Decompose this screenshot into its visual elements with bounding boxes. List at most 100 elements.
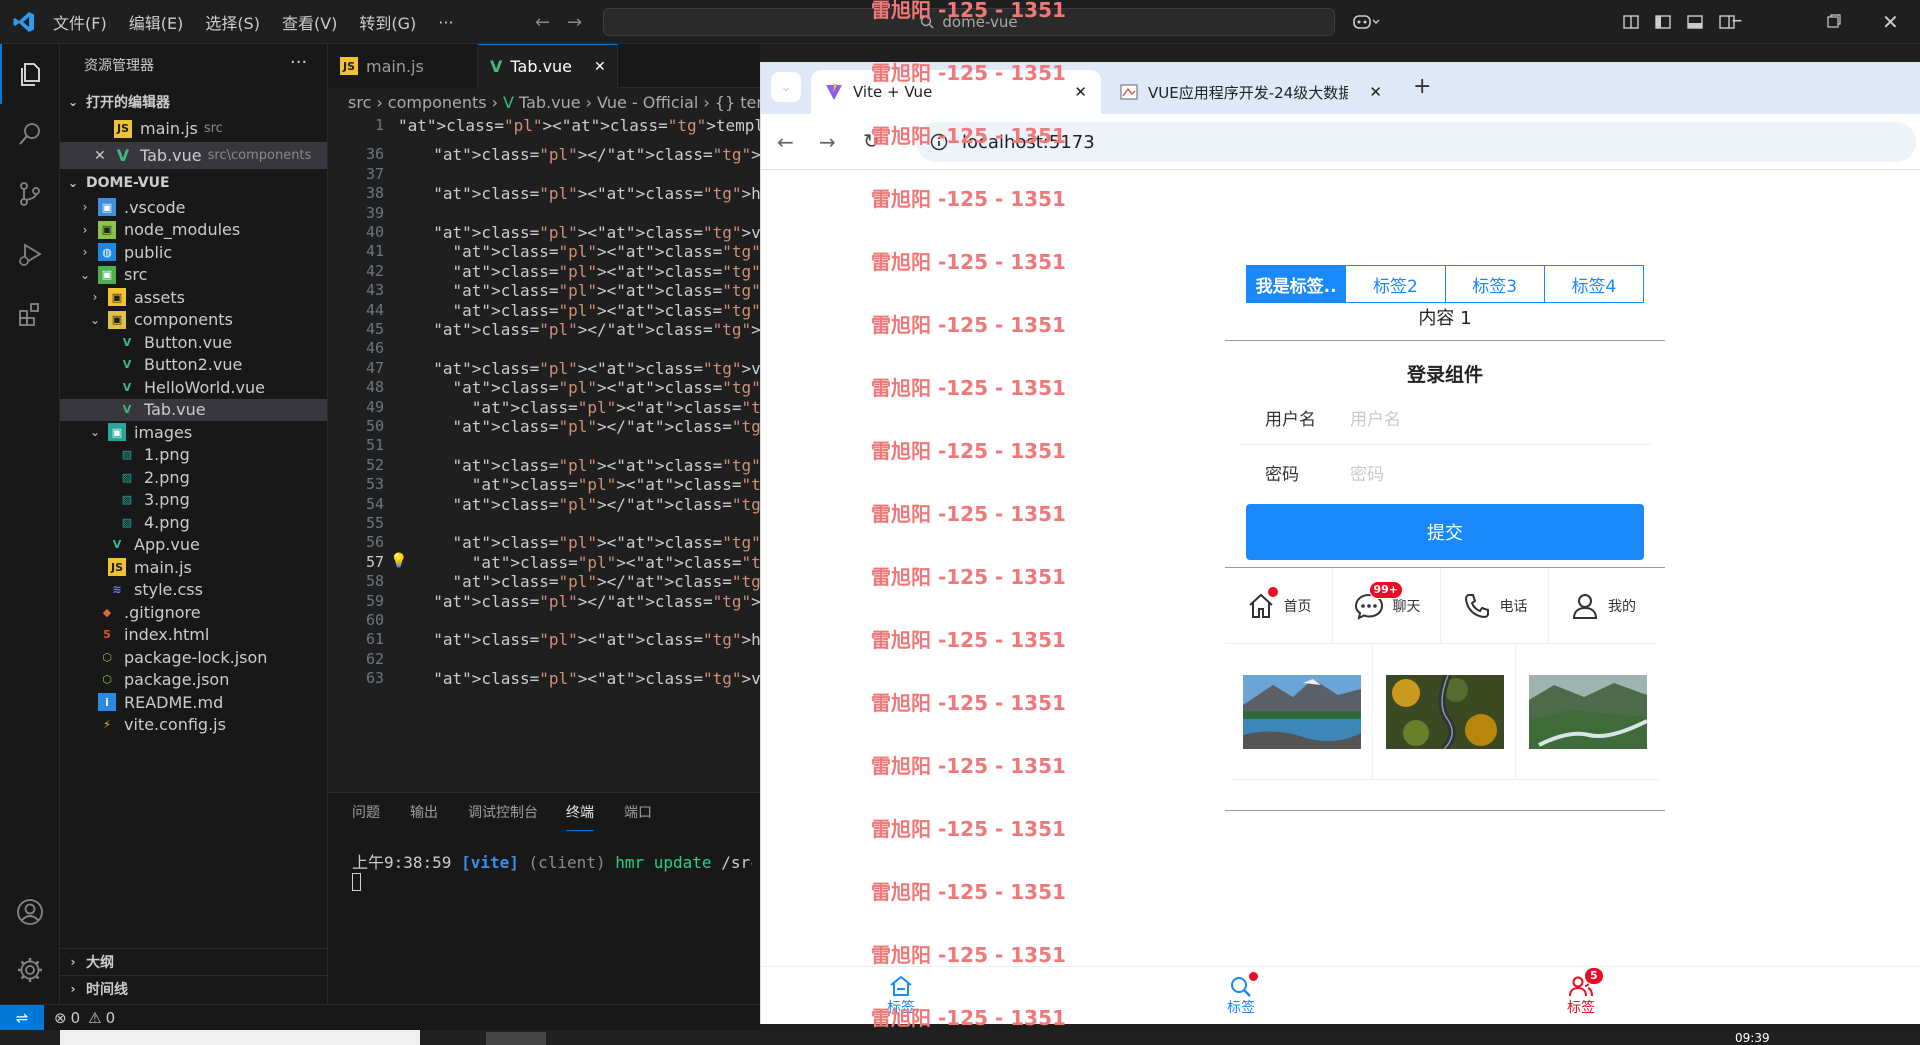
tree-item[interactable]: V Button.vue	[60, 331, 327, 353]
explorer-icon[interactable]	[0, 44, 60, 104]
remote-icon[interactable]: ⇌	[0, 1004, 44, 1031]
tree-item[interactable]: JS main.js	[60, 556, 327, 578]
search-view-icon[interactable]	[0, 104, 60, 164]
close-tab-icon[interactable]: ✕	[594, 59, 606, 75]
code-line[interactable]: "at">class="pl"></"at">class="tg">van-gr…	[414, 320, 760, 339]
tree-item[interactable]: ⌄ ▣ src	[60, 264, 327, 286]
toggle-sidebar-icon[interactable]	[1654, 13, 1672, 31]
terminal-output[interactable]: 上午9:38:59 [vite] (client) hmr update /sr…	[352, 849, 752, 873]
open-editors-section[interactable]: ⌄ 打开的编辑器	[60, 88, 327, 115]
code-line[interactable]: "at">class="pl"><"at">class="tg">van-tab…	[414, 669, 760, 688]
code-view[interactable]: 1 "at">class="pl"><"at">class="tg">templa…	[328, 116, 760, 792]
panel-tab-output[interactable]: 输出	[410, 793, 438, 831]
tree-item[interactable]: ≋ style.css	[60, 579, 327, 601]
address-bar[interactable]: localhost:5173	[916, 122, 1916, 162]
accounts-icon[interactable]	[0, 882, 60, 942]
tabbar-item-3[interactable]: 5 标签	[1521, 967, 1641, 1025]
tree-item[interactable]: ⌄ ▣ components	[60, 309, 327, 331]
menu-go[interactable]: 转到(G)	[348, 10, 427, 34]
menu-edit[interactable]: 编辑(E)	[118, 10, 195, 34]
menu-view[interactable]: 查看(V)	[271, 10, 348, 34]
customize-layout-icon[interactable]	[1622, 13, 1640, 31]
tabbar-item-1[interactable]: 标签	[841, 967, 961, 1025]
tabbar-item-2[interactable]: 标签	[1181, 967, 1301, 1025]
grid-item-phone[interactable]: 电话	[1441, 568, 1549, 644]
open-editor-tab-vue[interactable]: ✕ V Tab.vue src\components	[60, 142, 327, 169]
tab-search-icon[interactable]: ⌄	[771, 72, 801, 102]
source-control-icon[interactable]	[0, 164, 60, 224]
panel-tab-problems[interactable]: 问题	[352, 793, 380, 831]
extensions-icon[interactable]	[0, 284, 60, 344]
breadcrumb-item[interactable]: Vue - Official	[597, 93, 698, 112]
username-field[interactable]: 用户名 用户名	[1225, 390, 1665, 445]
outline-section[interactable]: › 大纲	[60, 948, 327, 975]
tree-item[interactable]: V Button2.vue	[60, 354, 327, 376]
breadcrumb-item[interactable]: components	[388, 93, 487, 112]
tree-item[interactable]: › ▣ node_modules	[60, 219, 327, 241]
code-line[interactable]: "at">class="pl"></"at">class="tg">van-gr…	[414, 572, 760, 591]
tree-item[interactable]: ◆ .gitignore	[60, 601, 327, 623]
forward-arrow-icon[interactable]: →	[567, 12, 582, 33]
tree-item[interactable]: ▨ 1.png	[60, 444, 327, 466]
run-debug-icon[interactable]	[0, 224, 60, 284]
command-center-search[interactable]: dome-vue	[603, 8, 1335, 36]
tree-item[interactable]: 5 index.html	[60, 624, 327, 646]
code-line[interactable]: "at">class="pl"><"at">class="tg">van-gri…	[414, 301, 760, 320]
menu-selection[interactable]: 选择(S)	[194, 10, 271, 34]
code-line[interactable]: "at">class="pl"><"at">class="tg">van-gri…	[414, 456, 760, 475]
tree-item[interactable]: ▨ 3.png	[60, 489, 327, 511]
tab-tab-vue[interactable]: V Tab.vue ✕	[478, 44, 618, 88]
code-line[interactable]: "at">class="pl"><"at">class="tg">van-gri…	[414, 533, 760, 552]
tree-item[interactable]: ⚡ vite.config.js	[60, 714, 327, 736]
browser-back-icon[interactable]: ←	[777, 130, 794, 154]
image-cell-3[interactable]	[1517, 644, 1659, 780]
panel-tab-debug-console[interactable]: 调试控制台	[468, 793, 538, 831]
close-icon[interactable]: ✕	[94, 148, 114, 164]
panel-tab-ports[interactable]: 端口	[624, 793, 652, 831]
tree-item[interactable]: V HelloWorld.vue	[60, 376, 327, 398]
reload-icon[interactable]: ↻	[863, 129, 880, 153]
browser-forward-icon[interactable]: →	[819, 130, 836, 154]
close-window-button[interactable]: ✕	[1882, 10, 1899, 34]
open-editor-main-js[interactable]: JS main.js src	[60, 115, 327, 142]
code-line[interactable]: "at">class="pl"><"at">class="tg">van-gri…	[414, 359, 760, 378]
taskbar-window-preview[interactable]	[60, 1030, 420, 1045]
code-line[interactable]: "at">class="pl"><"at">class="tg">hr />	[414, 630, 760, 649]
grid-item-user[interactable]: 我的	[1549, 568, 1657, 644]
van-tab-4[interactable]: 标签4	[1543, 266, 1643, 302]
code-line[interactable]: "at">class="pl"><"at">class="tg">van-ima…	[414, 475, 760, 494]
breadcrumb-item[interactable]: src	[348, 93, 371, 112]
site-info-icon[interactable]	[930, 133, 948, 151]
timeline-section[interactable]: › 时间线	[60, 975, 327, 1002]
code-line[interactable]: "at">class="pl"><"at">class="tg">templat…	[398, 116, 760, 135]
tree-item[interactable]: ⬡ package-lock.json	[60, 646, 327, 668]
panel-tab-terminal[interactable]: 终端	[566, 793, 594, 831]
code-line[interactable]: "at">class="pl"></"at">class="tg">van-fo…	[414, 145, 760, 164]
tree-item[interactable]: ⌄ ▣ images	[60, 421, 327, 443]
code-line[interactable]: "at">class="pl"><"at">class="tg">van-ima…	[414, 553, 760, 572]
browser-tab-active[interactable]: Vite + Vue ✕	[811, 70, 1101, 114]
tree-item[interactable]: V App.vue	[60, 534, 327, 556]
code-line[interactable]: "at">class="pl"><"at">class="tg">van-ima…	[414, 398, 760, 417]
code-line[interactable]: "at">class="pl"><"at">class="tg">hr />	[414, 184, 760, 203]
code-line[interactable]: "at">class="pl"><"at">class="tg">van-gri…	[414, 223, 760, 242]
more-actions-icon[interactable]: ···	[290, 52, 307, 73]
code-line[interactable]: "at">class="pl"><"at">class="tg">van-gri…	[414, 378, 760, 397]
van-tab-2[interactable]: 标签2	[1345, 266, 1444, 302]
code-line[interactable]: "at">class="pl"><"at">class="tg">van-gri…	[414, 242, 760, 261]
van-tab-1[interactable]: 我是标签..	[1247, 266, 1346, 302]
menu-more[interactable]: ···	[427, 13, 464, 32]
minimize-button[interactable]: –	[1722, 8, 1752, 33]
tree-item[interactable]: V Tab.vue	[60, 398, 327, 421]
problems-status[interactable]: ⊗ 0 ⚠ 0	[54, 1009, 115, 1027]
back-arrow-icon[interactable]: ←	[535, 12, 550, 33]
tree-item[interactable]: › ▣ assets	[60, 286, 327, 308]
browser-tab[interactable]: VUE应用程序开发-24级大数据 ✕	[1106, 70, 1396, 114]
code-line[interactable]: "at">class="pl"></"at">class="tg">van-gr…	[414, 592, 760, 611]
code-line[interactable]: "at">class="pl"></"at">class="tg">van-gr…	[414, 417, 760, 436]
image-cell-1[interactable]	[1231, 644, 1373, 780]
breadcrumb-item[interactable]: Tab.vue	[519, 93, 581, 112]
menu-file[interactable]: 文件(F)	[42, 10, 118, 34]
restore-button[interactable]	[1826, 13, 1842, 29]
submit-button[interactable]: 提交	[1246, 504, 1644, 560]
